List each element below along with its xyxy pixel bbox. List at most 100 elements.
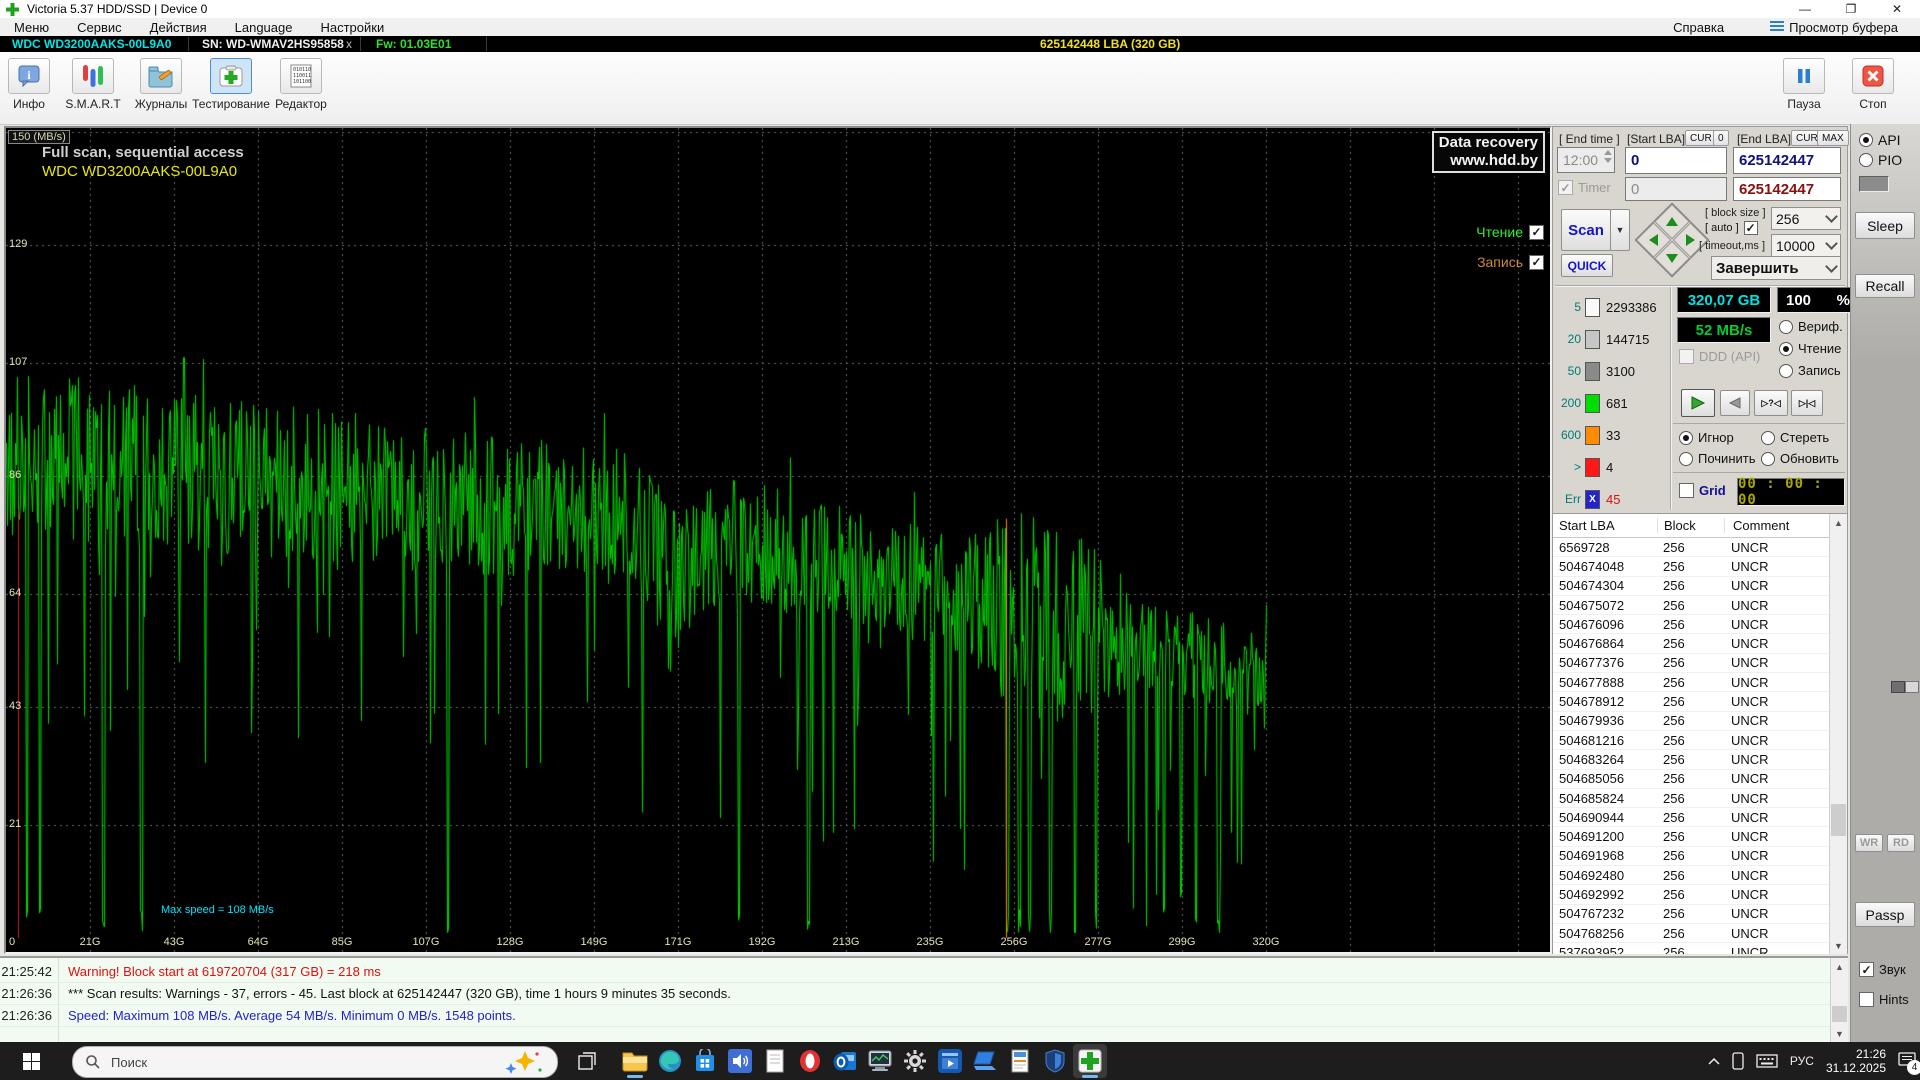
table-row[interactable]: 504677376256UNCR xyxy=(1553,654,1847,673)
sleep-button[interactable]: Sleep xyxy=(1855,212,1915,239)
spinner-arrows[interactable] xyxy=(1604,150,1612,163)
tray-chevron-icon[interactable] xyxy=(1708,1057,1720,1065)
testing-button[interactable]: Тестирование xyxy=(204,58,258,120)
repair-radio[interactable] xyxy=(1679,452,1693,466)
scroll-up-arrow[interactable]: ▲ xyxy=(1830,514,1847,531)
write-legend-checkbox[interactable]: ✓ xyxy=(1529,255,1544,270)
mini-box-2[interactable] xyxy=(1905,681,1919,693)
table-row[interactable]: 504678912256UNCR xyxy=(1553,692,1847,711)
table-row[interactable]: 504767232256UNCR xyxy=(1553,905,1847,924)
menu-Language[interactable]: Language xyxy=(221,20,307,35)
pio-radio-row[interactable]: PIO xyxy=(1859,152,1902,168)
table-scrollbar[interactable]: ▲ ▼ xyxy=(1829,514,1847,954)
start-button[interactable] xyxy=(14,1044,48,1078)
menu-Сервис[interactable]: Сервис xyxy=(63,20,136,35)
taskbar-icon-laptop[interactable] xyxy=(968,1044,1002,1078)
table-row[interactable]: 504692992256UNCR xyxy=(1553,885,1847,904)
write-radio-row[interactable]: Запись xyxy=(1779,363,1841,378)
sound-checkbox[interactable]: ✓ xyxy=(1859,962,1874,977)
taskbar-icon-defender[interactable] xyxy=(1038,1044,1072,1078)
play-back-button[interactable] xyxy=(1720,390,1750,416)
table-row[interactable]: 504675072256UNCR xyxy=(1553,596,1847,615)
color-swatch[interactable] xyxy=(1859,176,1889,192)
log-panel[interactable]: 21:25:42Warning! Block start at 61972070… xyxy=(0,956,1848,1042)
smart-button[interactable]: S.M.A.R.T xyxy=(66,58,120,120)
menu-help[interactable]: Справка xyxy=(1659,20,1738,35)
table-row[interactable]: 6569728256UNCR xyxy=(1553,538,1847,557)
language-indicator[interactable]: РУС xyxy=(1790,1054,1814,1068)
table-row[interactable]: 504674048256UNCR xyxy=(1553,557,1847,576)
start-lba-zero-button[interactable]: 0 xyxy=(1713,130,1729,146)
scroll-down-arrow[interactable]: ▼ xyxy=(1830,937,1847,954)
timer-checkbox-row[interactable]: ✓ Timer xyxy=(1558,180,1611,195)
buffer-view-button[interactable]: Просмотр буфера xyxy=(1756,20,1912,35)
phone-link-icon[interactable] xyxy=(1732,1052,1744,1070)
touch-keyboard-icon[interactable] xyxy=(1756,1054,1778,1068)
taskbar-icon-writer[interactable] xyxy=(1003,1044,1037,1078)
hints-checkbox[interactable] xyxy=(1859,992,1874,1007)
table-row[interactable]: 504676096256UNCR xyxy=(1553,615,1847,634)
taskbar-icon-edge[interactable] xyxy=(653,1044,687,1078)
defect-table[interactable]: Start LBA Block Comment 6569728256UNCR50… xyxy=(1553,513,1847,954)
taskbar-icon-system-monitor[interactable] xyxy=(863,1044,897,1078)
minimize-button[interactable]: — xyxy=(1782,0,1828,18)
close-button[interactable]: ✕ xyxy=(1874,0,1920,18)
end-lba-input[interactable]: 625142447 xyxy=(1733,147,1841,174)
rd-button[interactable]: RD xyxy=(1887,834,1915,852)
pause-button[interactable]: Пауза xyxy=(1777,58,1831,120)
read-radio[interactable] xyxy=(1779,342,1793,356)
table-row[interactable]: 537693952256UNCR xyxy=(1553,943,1847,954)
block-size-select[interactable]: 256 xyxy=(1771,207,1841,230)
table-row[interactable]: 504692480256UNCR xyxy=(1553,866,1847,885)
table-row[interactable]: 504679936256UNCR xyxy=(1553,712,1847,731)
taskbar-icon-volume[interactable] xyxy=(723,1044,757,1078)
taskbar-icon-store[interactable] xyxy=(688,1044,722,1078)
verify-radio[interactable] xyxy=(1779,320,1793,334)
refresh-radio[interactable] xyxy=(1761,452,1775,466)
timeout-select[interactable]: 10000 xyxy=(1771,234,1841,257)
menu-Настройки[interactable]: Настройки xyxy=(306,20,398,35)
scan-dropdown-button[interactable]: ▼ xyxy=(1610,209,1630,251)
notification-button[interactable]: 4 xyxy=(1898,1052,1916,1071)
taskbar-icon-opera[interactable] xyxy=(793,1044,827,1078)
speed-graph[interactable]: 150 (MB/s) Full scan, sequential access … xyxy=(4,126,1552,954)
table-scroll-thumb[interactable] xyxy=(1831,804,1846,836)
end-lba-max-button[interactable]: MAX xyxy=(1817,130,1849,146)
play-forward-button[interactable] xyxy=(1681,389,1715,417)
table-row[interactable]: 504677888256UNCR xyxy=(1553,673,1847,692)
table-row[interactable]: 504683264256UNCR xyxy=(1553,750,1847,769)
taskbar-icon-outlook[interactable] xyxy=(828,1044,862,1078)
erase-radio-row[interactable]: Стереть xyxy=(1761,430,1829,445)
log-scroll-down[interactable]: ▼ xyxy=(1831,1025,1848,1042)
seek-error-button[interactable]: ▷?◁ xyxy=(1754,390,1788,416)
sound-row[interactable]: ✓Звук xyxy=(1859,962,1906,977)
start-lba-input[interactable]: 0 xyxy=(1625,147,1727,174)
wr-button[interactable]: WR xyxy=(1855,834,1883,852)
recall-button[interactable]: Recall xyxy=(1855,274,1915,298)
taskbar-icon-movies[interactable] xyxy=(933,1044,967,1078)
log-scroll-thumb[interactable] xyxy=(1832,1006,1847,1022)
verify-radio-row[interactable]: Вериф. xyxy=(1779,319,1843,334)
maximize-button[interactable]: ❐ xyxy=(1828,0,1874,18)
device-tab-close[interactable]: x xyxy=(346,37,352,51)
clock[interactable]: 21:26 31.12.2025 xyxy=(1826,1047,1886,1075)
table-row[interactable]: 504690944256UNCR xyxy=(1553,808,1847,827)
table-row[interactable]: 504685056256UNCR xyxy=(1553,770,1847,789)
timer-input[interactable]: 0 xyxy=(1625,177,1727,201)
log-scrollbar[interactable]: ▲ ▼ xyxy=(1830,958,1848,1042)
mini-box-1[interactable] xyxy=(1891,681,1905,693)
finish-action-select[interactable]: Завершить xyxy=(1711,256,1841,280)
table-row[interactable]: 504674304256UNCR xyxy=(1553,577,1847,596)
read-legend-checkbox[interactable]: ✓ xyxy=(1529,225,1544,240)
taskbar-icon-settings[interactable] xyxy=(898,1044,932,1078)
pio-radio[interactable] xyxy=(1859,153,1873,167)
task-view-button[interactable] xyxy=(570,1044,604,1078)
ignore-radio-row[interactable]: Игнор xyxy=(1679,430,1734,445)
hints-row[interactable]: Hints xyxy=(1859,992,1909,1007)
auto-checkbox[interactable]: ✓ xyxy=(1744,221,1758,235)
stop-button[interactable]: Стоп xyxy=(1846,58,1900,120)
erase-radio[interactable] xyxy=(1761,431,1775,445)
menu-Действия[interactable]: Действия xyxy=(136,20,221,35)
read-radio-row[interactable]: Чтение xyxy=(1779,341,1841,356)
table-row[interactable]: 504691968256UNCR xyxy=(1553,847,1847,866)
